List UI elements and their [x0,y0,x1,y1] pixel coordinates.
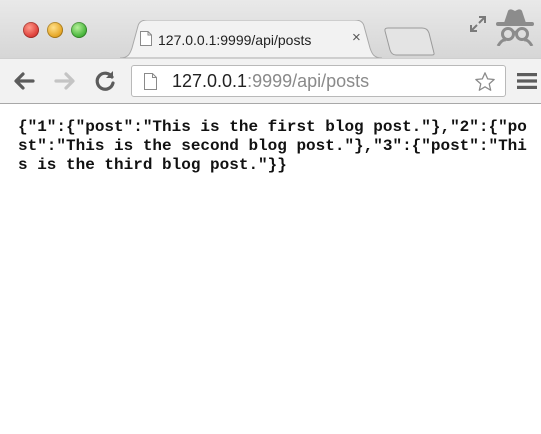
url-path: :9999/api/posts [247,71,370,91]
back-arrow-icon[interactable] [11,68,37,94]
browser-toolbar: 127.0.0.1:9999/api/posts [0,58,541,104]
browser-window: 127.0.0.1:9999/api/posts × 127.0.0.1:999… [0,0,541,434]
star-icon[interactable] [474,71,496,93]
tab-close-icon[interactable]: × [352,29,361,47]
maximize-window-button[interactable] [71,22,87,38]
tab-title: 127.0.0.1:9999/api/posts [158,32,312,48]
url-text[interactable]: 127.0.0.1:9999/api/posts [172,71,369,92]
url-host: 127.0.0.1 [172,71,248,91]
page-content: {"1":{"post":"This is the first blog pos… [0,104,541,434]
menu-icon[interactable] [515,71,539,91]
incognito-icon [496,9,534,46]
forward-arrow-icon[interactable] [52,68,78,94]
tab-active[interactable]: 127.0.0.1:9999/api/posts × [120,20,382,58]
title-bar: 127.0.0.1:9999/api/posts × [0,0,541,58]
fullscreen-icon[interactable] [468,14,488,34]
minimize-window-button[interactable] [47,22,63,38]
json-response-text: {"1":{"post":"This is the first blog pos… [18,118,527,174]
address-bar[interactable]: 127.0.0.1:9999/api/posts [131,65,506,97]
page-icon [144,73,157,90]
close-window-button[interactable] [23,22,39,38]
new-tab-button[interactable] [382,26,436,56]
page-icon [140,31,152,46]
reload-icon[interactable] [92,68,118,94]
